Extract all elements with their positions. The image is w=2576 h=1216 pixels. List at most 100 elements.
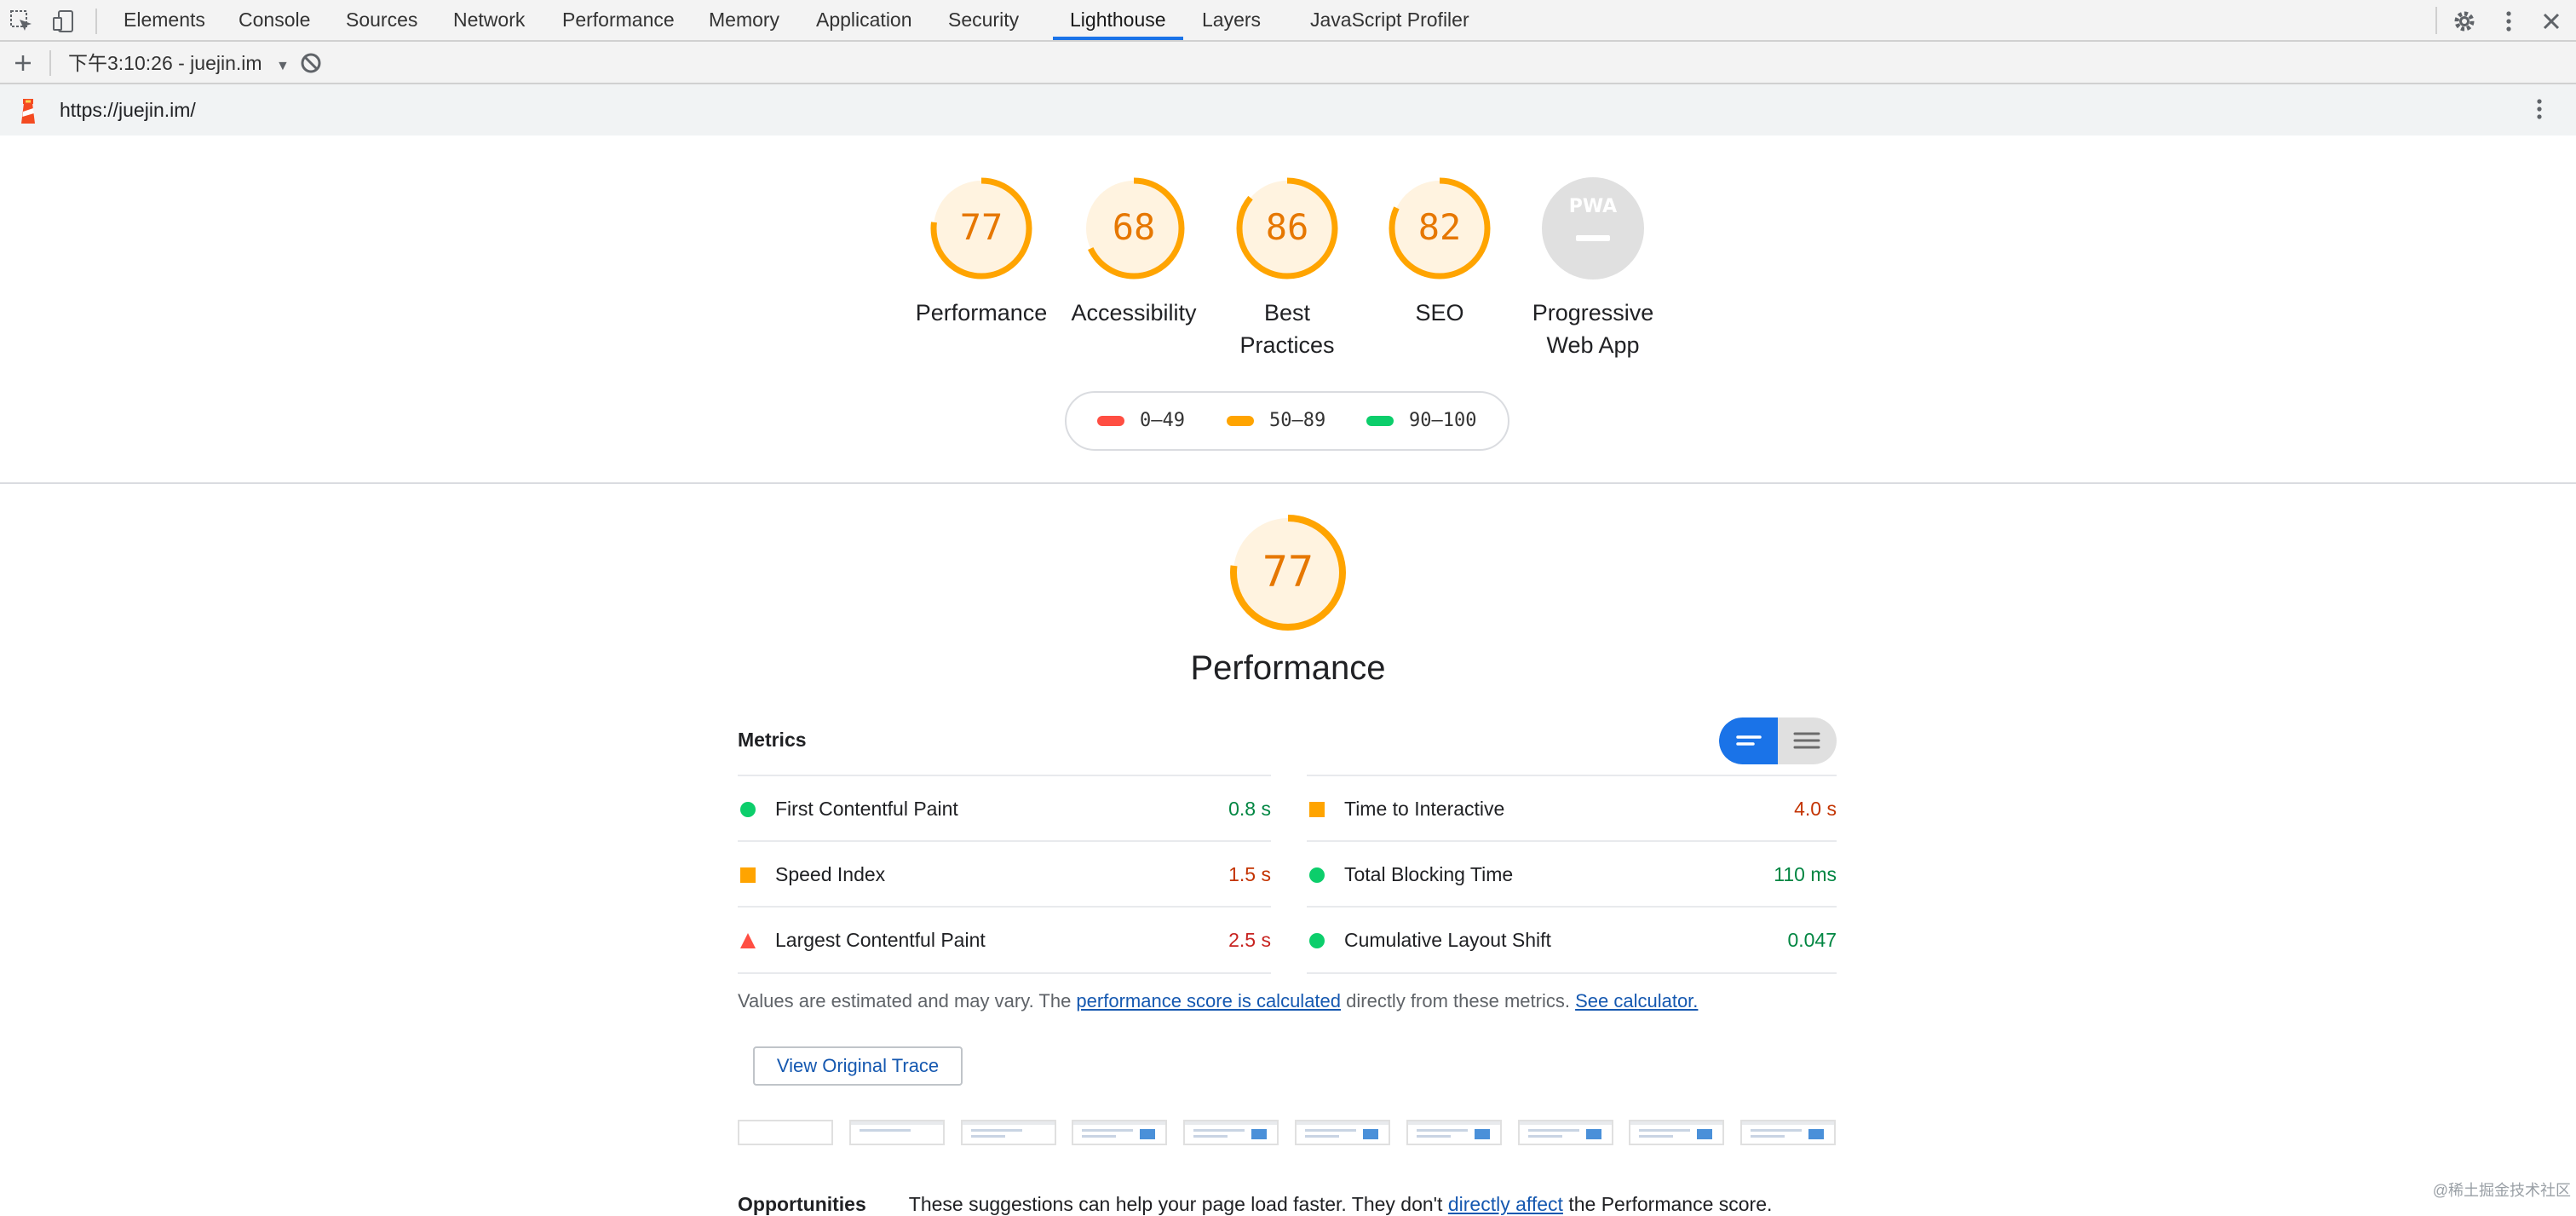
opportunities-title: Opportunities (738, 1193, 866, 1215)
more-vertical-icon[interactable] (2527, 96, 2552, 122)
separator (2435, 7, 2437, 34)
filmstrip-thumbnail (1740, 1120, 1836, 1145)
tab-layers[interactable]: Layers (1202, 0, 1261, 40)
filmstrip-thumbnail (849, 1120, 945, 1145)
legend-item-average: 50–89 (1227, 393, 1325, 449)
pwa-badge-icon (1542, 177, 1644, 280)
legend-swatch (1097, 416, 1124, 426)
devtools-tab-strip: Elements Console Sources Network Perform… (0, 0, 2576, 42)
lighthouse-toolbar: 下午3:10:26 - juejin.im ▼ (0, 42, 2576, 84)
more-vertical-icon[interactable] (2496, 9, 2521, 34)
gauge-pwa[interactable]: PWA Progressive Web App (1516, 176, 1670, 361)
gauge-performance[interactable]: 77 Performance (905, 176, 1058, 329)
metric-value: 1.5 s (1228, 863, 1271, 885)
gauge-label: Performance (915, 300, 1048, 326)
metrics-view-toggle[interactable] (1719, 717, 1837, 764)
metric-name: Total Blocking Time (1344, 863, 1514, 885)
tab-performance[interactable]: Performance (562, 0, 675, 40)
metric-value: 2.5 s (1228, 929, 1271, 951)
toggle-summary-view[interactable] (1719, 717, 1778, 764)
gauge-score: 86 (1265, 206, 1309, 248)
tab-lighthouse[interactable]: Lighthouse (1053, 0, 1183, 40)
metric-time-to-interactive[interactable]: Time to Interactive 4.0 s (1307, 775, 1837, 840)
gauge-label: SEO (1415, 300, 1464, 326)
performance-title: Performance (1190, 649, 1386, 687)
legend-item-fail: 0–49 (1097, 393, 1185, 449)
list-lines-icon (1793, 732, 1820, 749)
tab-memory[interactable]: Memory (709, 0, 779, 40)
toggle-description-view[interactable] (1778, 717, 1837, 764)
metric-value: 110 ms (1774, 863, 1837, 885)
filmstrip-thumbnail (1518, 1120, 1613, 1145)
filmstrip-thumbnail (738, 1120, 833, 1145)
opportunities-header: Opportunities These suggestions can help … (738, 1193, 1773, 1215)
metric-pass-icon (1309, 867, 1325, 883)
clear-icon[interactable] (298, 50, 324, 76)
tab-sources[interactable]: Sources (346, 0, 417, 40)
metric-name: First Contentful Paint (775, 798, 958, 820)
metric-value: 0.8 s (1228, 798, 1271, 820)
filmstrip-thumbnail (1629, 1120, 1724, 1145)
gauge-best-practices[interactable]: 86 Best Practices (1210, 176, 1364, 361)
gauge-label: Practices (1239, 332, 1335, 358)
tab-console[interactable]: Console (239, 0, 310, 40)
legend-item-pass: 90–100 (1366, 393, 1476, 449)
close-icon[interactable] (2539, 9, 2564, 34)
gauge-seo[interactable]: 82 SEO (1363, 176, 1516, 329)
filmstrip-thumbnail (1406, 1120, 1502, 1145)
separator (95, 9, 97, 34)
plus-icon[interactable] (10, 50, 36, 76)
gauge-label: Progressive (1532, 300, 1654, 326)
filmstrip-thumbnail (1183, 1120, 1279, 1145)
metric-total-blocking-time[interactable]: Total Blocking Time 110 ms (1307, 840, 1837, 906)
gauge-label: Web App (1546, 332, 1640, 358)
metric-speed-index[interactable]: Speed Index 1.5 s (738, 840, 1271, 906)
tab-application[interactable]: Application (816, 0, 912, 40)
gauge-score: 68 (1112, 206, 1156, 248)
metrics-bottom-rule (1307, 972, 1837, 974)
filmstrip-thumbnail (961, 1120, 1056, 1145)
view-original-trace-button[interactable]: View Original Trace (753, 1046, 963, 1086)
metric-pass-icon (1309, 933, 1325, 948)
gauge-label: Accessibility (1071, 300, 1197, 326)
metric-first-contentful-paint[interactable]: First Contentful Paint 0.8 s (738, 775, 1271, 840)
metric-average-icon (740, 867, 756, 883)
section-divider (0, 482, 2576, 484)
tab-elements[interactable]: Elements (124, 0, 205, 40)
gear-icon[interactable] (2452, 9, 2477, 34)
see-calculator-link[interactable]: See calculator. (1575, 990, 1698, 1011)
metric-value: 0.047 (1787, 929, 1837, 951)
metric-pass-icon (740, 802, 756, 817)
metric-cumulative-layout-shift[interactable]: Cumulative Layout Shift 0.047 (1307, 906, 1837, 971)
metric-name: Time to Interactive (1344, 798, 1505, 820)
filmstrip-thumbnail (1295, 1120, 1390, 1145)
performance-gauge-large: 77 (1224, 513, 1352, 632)
tab-javascript-profiler[interactable]: JavaScript Profiler (1310, 0, 1469, 40)
report-url[interactable]: https://juejin.im/ (60, 84, 196, 135)
gauge-score: 77 (959, 206, 1003, 248)
watermark: @稀土掘金技术社区 (2432, 1182, 2571, 1199)
summary-lines-icon (1736, 735, 1762, 746)
tab-network[interactable]: Network (453, 0, 525, 40)
device-toolbar-icon[interactable] (51, 9, 77, 34)
legend-swatch (1366, 416, 1394, 426)
inspect-element-icon[interactable] (9, 9, 34, 34)
metric-name: Speed Index (775, 863, 886, 885)
directly-affect-link[interactable]: directly affect (1448, 1193, 1563, 1215)
legend-swatch (1227, 416, 1254, 426)
gauge-label: Best (1263, 300, 1311, 326)
score-calculated-link[interactable]: performance score is calculated (1076, 990, 1341, 1011)
metric-average-icon (1309, 802, 1325, 817)
gauge-accessibility[interactable]: 68 Accessibility (1057, 176, 1210, 329)
filmstrip-thumbnail (1072, 1120, 1167, 1145)
separator (49, 50, 51, 76)
metric-largest-contentful-paint[interactable]: Largest Contentful Paint 2.5 s (738, 906, 1271, 971)
metric-name: Cumulative Layout Shift (1344, 929, 1551, 951)
report-select[interactable]: 下午3:10:26 - juejin.im ▼ (68, 42, 290, 84)
score-legend: 0–49 50–89 90–100 (1065, 391, 1509, 451)
gauge-score: 82 (1417, 206, 1462, 248)
tab-security[interactable]: Security (948, 0, 1019, 40)
report-select-value: 下午3:10:26 - juejin.im (68, 52, 262, 74)
metric-value: 4.0 s (1794, 798, 1837, 820)
metric-name: Largest Contentful Paint (775, 929, 986, 951)
